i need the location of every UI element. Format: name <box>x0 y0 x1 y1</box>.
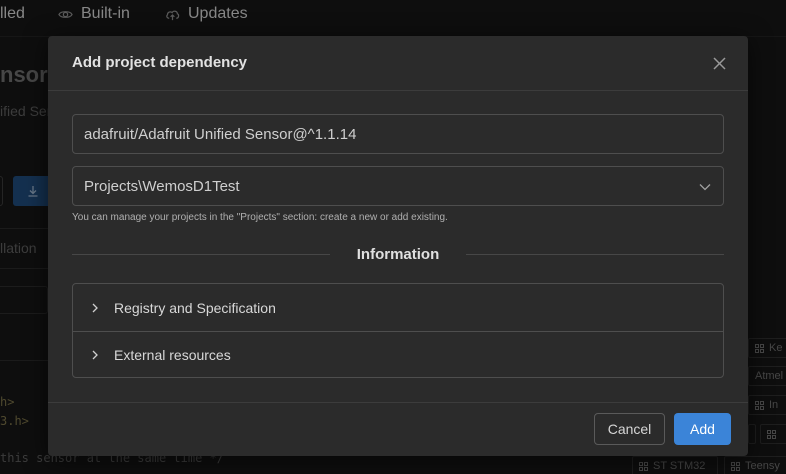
project-hint: You can manage your projects in the "Pro… <box>72 212 448 223</box>
chevron-right-icon <box>92 303 98 312</box>
accordion-external-resources[interactable]: External resources <box>73 331 723 377</box>
add-dependency-dialog: Add project dependency Projects\WemosD1T… <box>48 36 748 456</box>
close-button[interactable] <box>710 54 728 72</box>
divider <box>466 254 724 255</box>
cancel-button[interactable]: Cancel <box>594 413 665 445</box>
dialog-title: Add project dependency <box>72 54 248 71</box>
add-button[interactable]: Add <box>674 413 731 445</box>
accordion-registry-specification[interactable]: Registry and Specification <box>73 284 723 331</box>
project-select[interactable]: Projects\WemosD1Test <box>72 166 724 206</box>
chevron-right-icon <box>92 350 98 360</box>
information-accordion: Registry and Specification External reso… <box>72 283 724 378</box>
dependency-input[interactable] <box>72 114 724 154</box>
project-select-value: Projects\WemosD1Test <box>84 178 240 195</box>
divider <box>48 90 748 91</box>
accordion-label: Registry and Specification <box>114 299 276 316</box>
accordion-label: External resources <box>114 347 231 363</box>
close-icon <box>712 56 726 70</box>
chevron-down-icon <box>699 184 711 191</box>
divider <box>48 402 748 403</box>
